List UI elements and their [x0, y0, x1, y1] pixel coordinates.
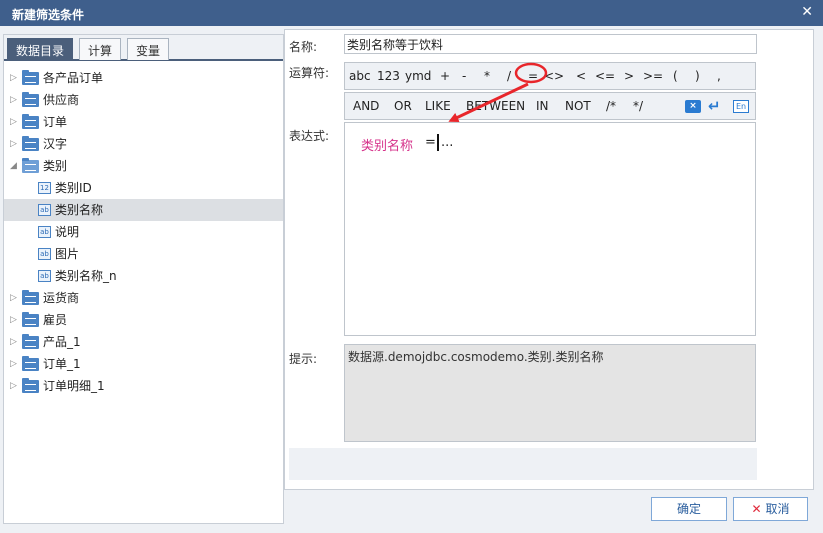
dialog-title: 新建筛选条件: [12, 8, 85, 22]
op-and[interactable]: AND: [353, 99, 379, 113]
op-abc[interactable]: abc: [349, 69, 371, 83]
op-plus[interactable]: +: [440, 69, 450, 83]
close-icon[interactable]: ✕: [801, 4, 813, 20]
tree-leaf-图片[interactable]: ab 图片: [4, 243, 283, 265]
op-comment-start[interactable]: /*: [606, 99, 616, 113]
logic-toolbar: AND OR LIKE BETWEEN IN NOT /* */ × ↵ En: [344, 92, 756, 120]
tree-node-运货商[interactable]: ▷ 运货商: [4, 287, 283, 309]
expression-label: 表达式:: [289, 129, 330, 143]
hint-label: 提示:: [289, 352, 318, 366]
expand-arrow-icon[interactable]: ▷: [10, 353, 18, 375]
cancel-x-icon: ✕: [751, 502, 762, 516]
expression-placeholder: ...: [441, 135, 454, 150]
folder-icon: [22, 334, 39, 349]
enter-icon[interactable]: ↵: [708, 99, 724, 114]
tree-leaf-类别ID[interactable]: 12 类别ID: [4, 177, 283, 199]
hint-box: 数据源.demojdbc.cosmodemo.类别.类别名称: [344, 344, 756, 442]
language-en-icon[interactable]: En: [733, 100, 749, 113]
text-caret: [437, 134, 439, 151]
tree-node-汉字[interactable]: ▷ 汉字: [4, 133, 283, 155]
folder-icon: [22, 312, 39, 327]
expand-arrow-icon[interactable]: ▷: [10, 67, 18, 89]
op-like[interactable]: LIKE: [425, 99, 451, 113]
op-or[interactable]: OR: [394, 99, 412, 113]
catalog-tree: ▷ 各产品订单 ▷ 供应商 ▷ 订单 ▷ 汉字 ◢ 类别 12 类别ID ab …: [4, 67, 283, 397]
expand-arrow-icon[interactable]: ▷: [10, 375, 18, 397]
tree-node-订单[interactable]: ▷ 订单: [4, 111, 283, 133]
expression-operator-token: =: [425, 135, 436, 150]
tree-node-雇员[interactable]: ▷ 雇员: [4, 309, 283, 331]
tree-node-订单明细_1[interactable]: ▷ 订单明细_1: [4, 375, 283, 397]
collapse-arrow-icon[interactable]: ◢: [10, 155, 18, 177]
operator-label: 运算符:: [289, 66, 330, 80]
folder-icon: [22, 356, 39, 371]
operator-toolbar: abc 123 ymd + - * / = <> < <= > >= ( ) ,: [344, 62, 756, 90]
tree-leaf-类别名称_n[interactable]: ab 类别名称_n: [4, 265, 283, 287]
op-divide[interactable]: /: [507, 69, 511, 83]
tree-node-产品_1[interactable]: ▷ 产品_1: [4, 331, 283, 353]
folder-icon: [22, 114, 39, 129]
number-field-icon: 12: [38, 182, 51, 194]
tree-leaf-类别名称[interactable]: ab 类别名称: [4, 199, 283, 221]
ok-button[interactable]: 确定: [651, 497, 727, 521]
op-minus[interactable]: -: [462, 69, 466, 83]
expand-arrow-icon[interactable]: ▷: [10, 133, 18, 155]
op-greater-equal[interactable]: >=: [643, 69, 663, 83]
text-field-icon: ab: [38, 226, 51, 238]
text-field-icon: ab: [38, 248, 51, 260]
text-field-icon: ab: [38, 270, 51, 282]
expand-arrow-icon[interactable]: ▷: [10, 89, 18, 111]
folder-icon: [22, 92, 39, 107]
op-123[interactable]: 123: [377, 69, 400, 83]
tab-calculation[interactable]: 计算: [79, 38, 122, 60]
folder-icon: [22, 290, 39, 305]
op-ymd[interactable]: ymd: [405, 69, 431, 83]
op-less-equal[interactable]: <=: [595, 69, 615, 83]
op-greater[interactable]: >: [624, 69, 634, 83]
status-area: [289, 448, 757, 480]
tree-node-各产品订单[interactable]: ▷ 各产品订单: [4, 67, 283, 89]
op-less[interactable]: <: [576, 69, 586, 83]
expression-editor[interactable]: 类别名称 = ...: [344, 122, 756, 336]
tree-node-类别[interactable]: ◢ 类别: [4, 155, 283, 177]
tree-node-订单_1[interactable]: ▷ 订单_1: [4, 353, 283, 375]
op-multiply[interactable]: *: [484, 69, 490, 83]
expand-arrow-icon[interactable]: ▷: [10, 331, 18, 353]
expand-arrow-icon[interactable]: ▷: [10, 111, 18, 133]
name-input[interactable]: [344, 34, 757, 54]
op-between[interactable]: BETWEEN: [466, 99, 525, 113]
name-label: 名称:: [289, 40, 318, 54]
folder-icon: [22, 136, 39, 151]
tab-variable[interactable]: 变量: [127, 38, 170, 60]
folder-open-icon: [22, 158, 39, 173]
op-not-equal[interactable]: <>: [544, 69, 564, 83]
cancel-button-label: 取消: [765, 502, 790, 516]
left-panel: 数据目录 计算 变量 ▷ 各产品订单 ▷ 供应商 ▷ 订单 ▷ 汉字 ◢ 类别 …: [3, 34, 284, 524]
op-right-paren[interactable]: ): [695, 69, 700, 83]
panel-tabs: 数据目录 计算 变量: [4, 35, 283, 61]
text-field-icon: ab: [38, 204, 51, 216]
expression-field-token[interactable]: 类别名称: [361, 135, 413, 154]
folder-icon: [22, 378, 39, 393]
tab-data-catalog[interactable]: 数据目录: [7, 38, 74, 60]
folder-icon: [22, 70, 39, 85]
op-not[interactable]: NOT: [565, 99, 591, 113]
backspace-icon[interactable]: ×: [685, 100, 701, 113]
right-panel: 名称: 运算符: abc 123 ymd + - * / = <> < <= >…: [284, 29, 814, 490]
cancel-button[interactable]: ✕ 取消: [733, 497, 808, 521]
tree-node-供应商[interactable]: ▷ 供应商: [4, 89, 283, 111]
expand-arrow-icon[interactable]: ▷: [10, 287, 18, 309]
op-left-paren[interactable]: (: [673, 69, 678, 83]
op-comma[interactable]: ,: [717, 69, 721, 83]
expand-arrow-icon[interactable]: ▷: [10, 309, 18, 331]
dialog-body: 数据目录 计算 变量 ▷ 各产品订单 ▷ 供应商 ▷ 订单 ▷ 汉字 ◢ 类别 …: [0, 26, 823, 533]
op-in[interactable]: IN: [536, 99, 549, 113]
tree-leaf-说明[interactable]: ab 说明: [4, 221, 283, 243]
dialog-titlebar: 新建筛选条件 ✕: [0, 0, 823, 26]
op-comment-end[interactable]: */: [633, 99, 643, 113]
op-equals[interactable]: =: [528, 69, 538, 83]
